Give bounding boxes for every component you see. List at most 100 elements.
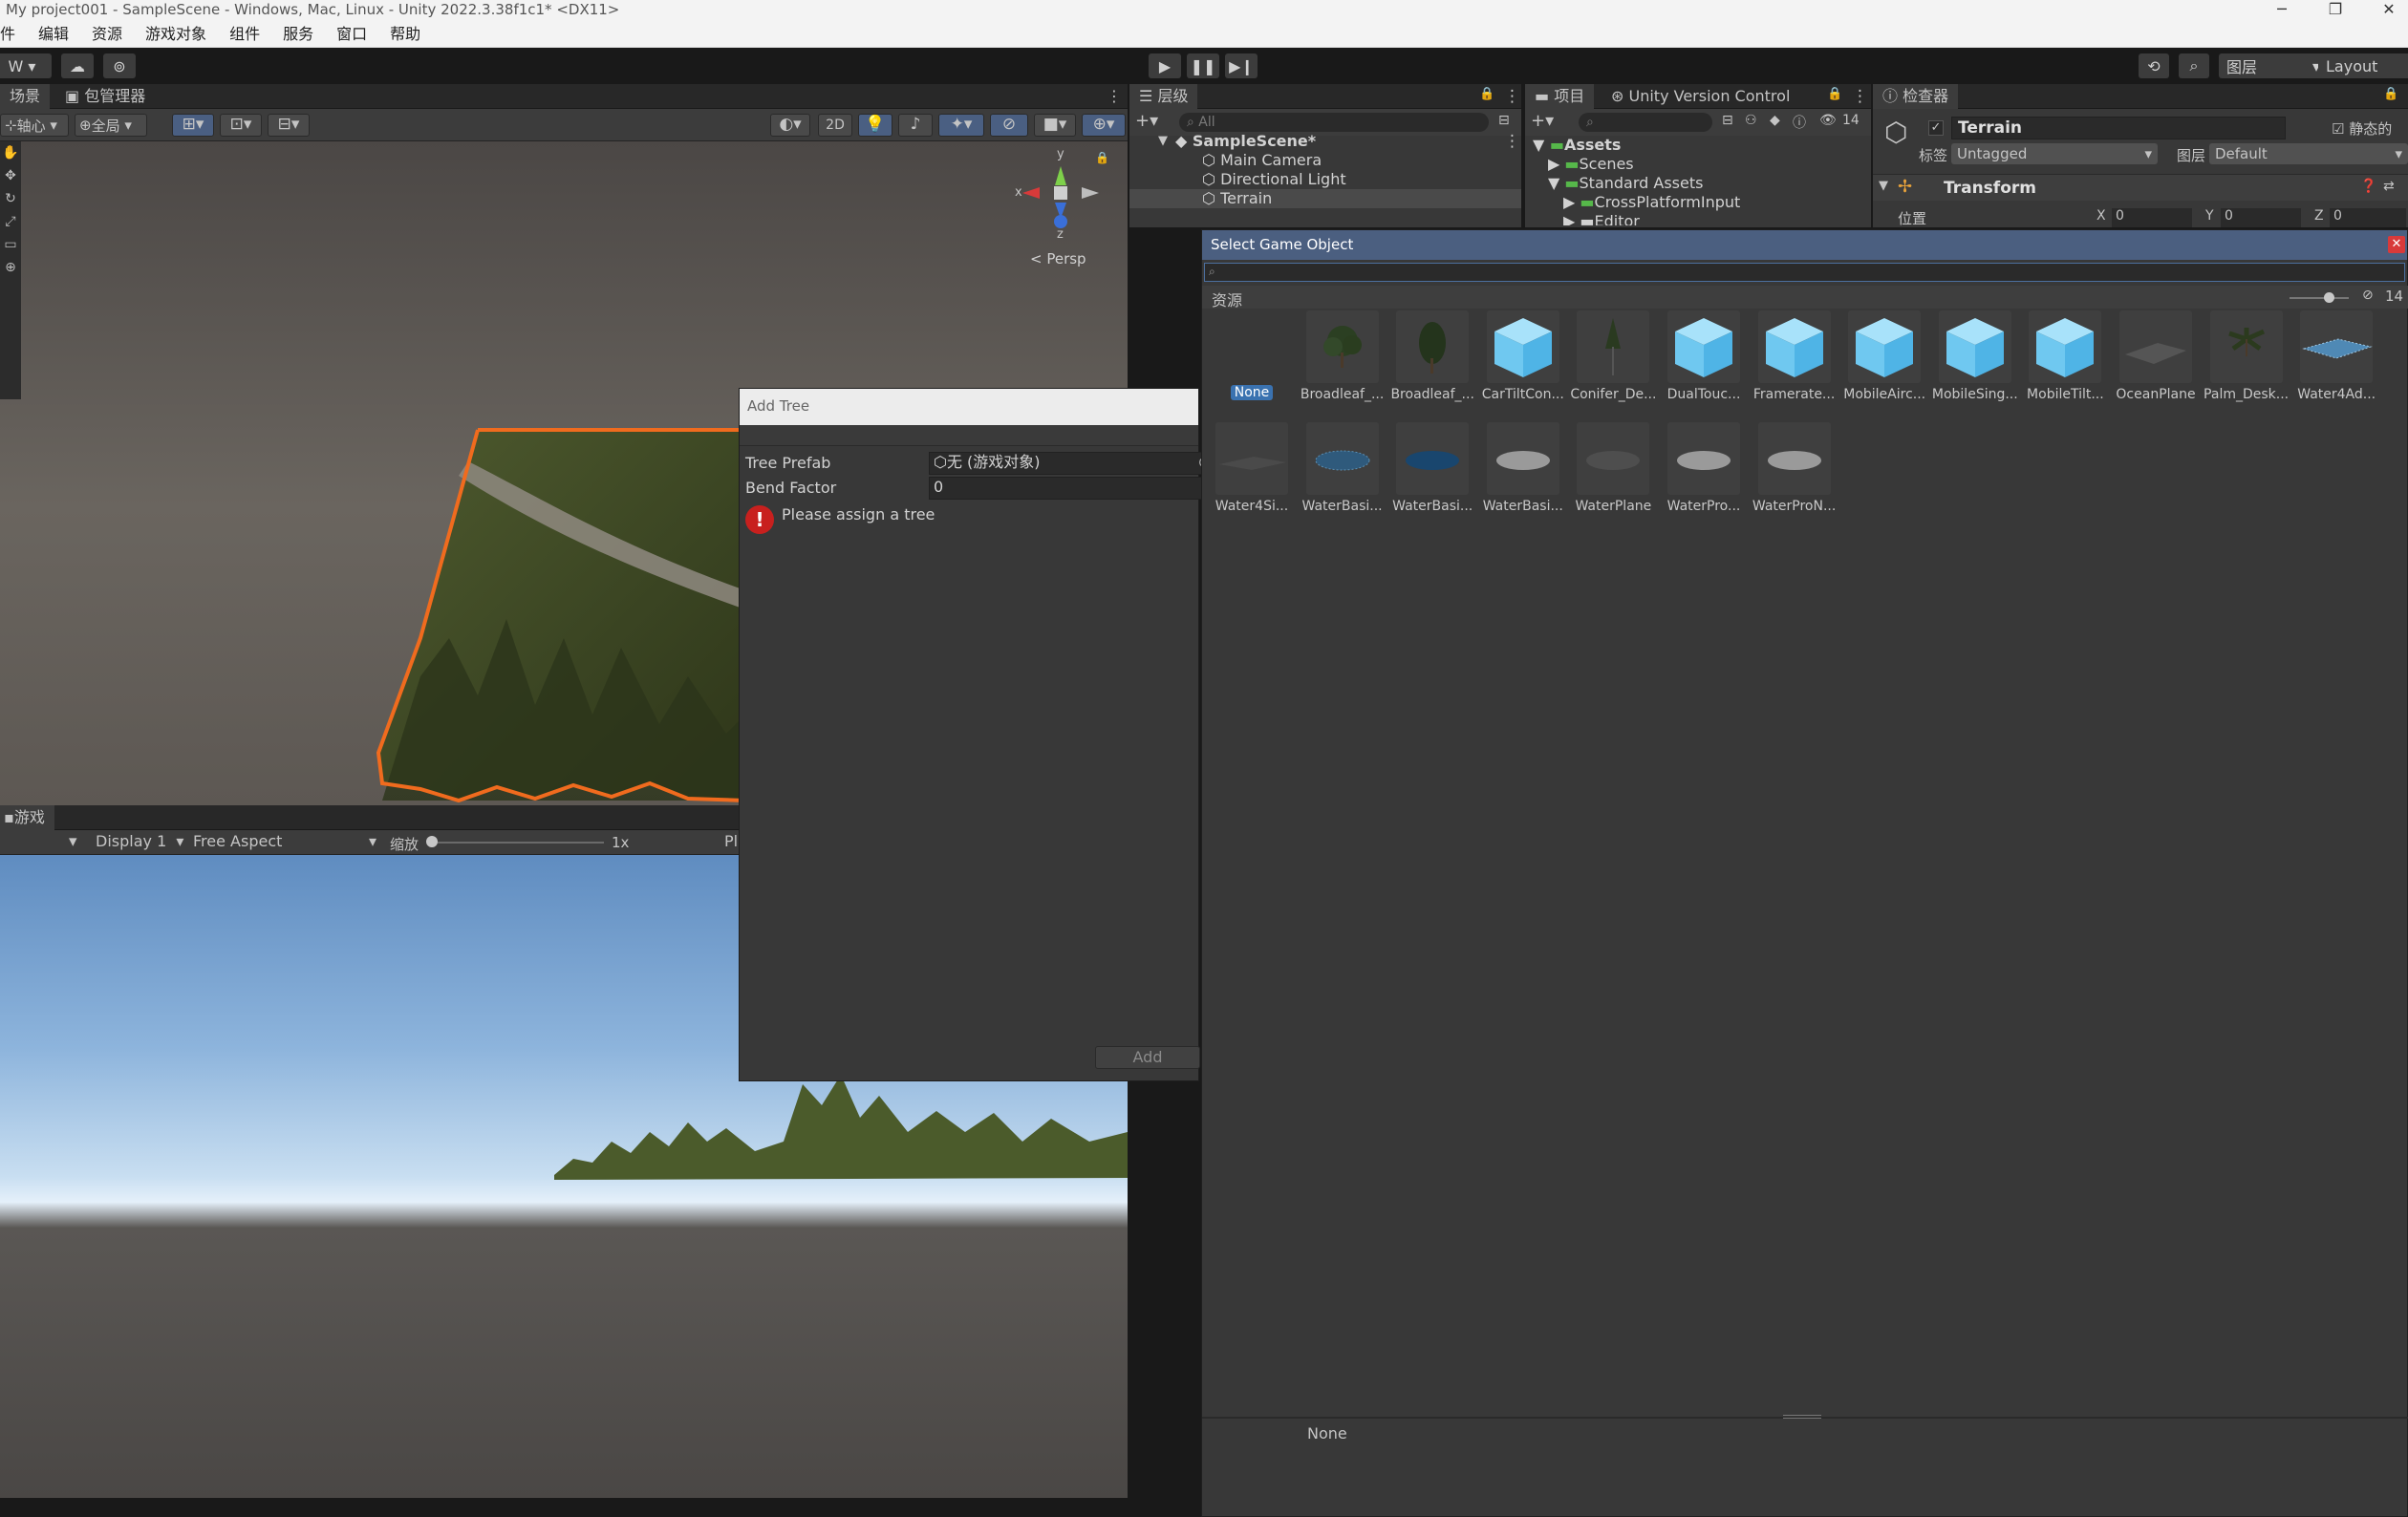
assets-tab[interactable]: 资源 [1212, 288, 1242, 310]
menu-item-0[interactable]: 件 [0, 21, 15, 48]
scale-tool-icon[interactable]: ⤢ [0, 210, 21, 233]
persp-label[interactable]: < Persp [1030, 250, 1086, 267]
asset-item[interactable]: Broadleaf_... [1388, 309, 1476, 418]
step-button[interactable]: ▶❙ [1225, 53, 1258, 78]
tree-crossplatforminput[interactable]: ▶ ▬CrossPlatformInput [1563, 193, 1740, 212]
grid-visibility-button[interactable]: ⊡▾ [220, 114, 262, 137]
layers-dropdown[interactable]: 图层 ▾ [2219, 53, 2328, 78]
asset-item[interactable]: CarTiltCon... [1479, 309, 1567, 418]
hidden-icon[interactable]: ⊘ [2362, 288, 2374, 303]
audio-toggle-icon[interactable]: ♪ [898, 114, 933, 137]
thumbnail-slider-thumb[interactable] [2324, 292, 2334, 303]
orientation-gizmo[interactable]: y x z 🔒 [1003, 147, 1109, 243]
asset-item[interactable]: Water4Si... [1208, 420, 1296, 530]
asset-item[interactable]: Broadleaf_... [1299, 309, 1387, 418]
asset-item[interactable]: MobileTilt... [2021, 309, 2109, 418]
tab-game[interactable]: ▪游戏 [0, 805, 54, 830]
expand-arrow-icon[interactable]: ▼ [1158, 134, 1168, 148]
asset-item[interactable]: WaterBasi... [1388, 420, 1476, 530]
layer-dropdown[interactable]: Default ▾ [2209, 143, 2408, 164]
hidden-packages-icon[interactable]: 👁 [1819, 113, 1837, 128]
asset-item[interactable]: DualTouc... [1660, 309, 1748, 418]
asset-item[interactable]: Conifer_De... [1569, 309, 1657, 418]
pos-x-field[interactable]: 0 [2112, 208, 2192, 227]
tree-assets[interactable]: ▼ ▬Assets [1533, 136, 1621, 155]
account-dropdown[interactable]: W ▾ [0, 53, 52, 78]
search-by-label-icon[interactable]: ⚇ [1745, 113, 1757, 128]
camera-dropdown[interactable]: ■▾ [1034, 114, 1076, 137]
lock-icon[interactable]: 🔒 [1095, 151, 1109, 164]
hierarchy-search[interactable]: ⌕ All [1179, 113, 1489, 132]
tree-prefab-field[interactable]: ⬡无 (游戏对象) ⊙ [929, 452, 1212, 475]
scene-root[interactable]: ◆ SampleScene* [1175, 132, 1316, 151]
menu-item-4[interactable]: 组件 [229, 21, 260, 48]
collab-icon[interactable]: ⊚ [103, 53, 136, 78]
play-button[interactable]: ▶ [1149, 53, 1181, 78]
project-search[interactable]: ⌕ [1579, 113, 1712, 132]
help-icon[interactable]: ❓ [2360, 179, 2376, 194]
menu-item-7[interactable]: 帮助 [390, 21, 420, 48]
maximize-button[interactable]: ❐ [2316, 0, 2354, 21]
search-by-type-icon[interactable]: ⊟ [1722, 113, 1733, 128]
lock-icon[interactable]: 🔒 [1827, 87, 1842, 101]
asset-item[interactable]: MobileAirc... [1840, 309, 1928, 418]
hierarchy-item-main-camera[interactable]: ⬡ Main Camera [1202, 151, 1322, 170]
active-checkbox[interactable]: ✓ [1928, 120, 1944, 136]
asset-item[interactable]: Framerate... [1751, 309, 1838, 418]
add-button[interactable]: Add [1095, 1046, 1200, 1069]
cloud-icon[interactable]: ☁ [61, 53, 94, 78]
asset-item[interactable]: Water4Ad... [2292, 309, 2380, 418]
transform-header[interactable]: ▼ ✢ Transform ❓ ⇄ [1873, 174, 2408, 201]
close-dialog-button[interactable]: ✕ [2388, 236, 2405, 253]
rotate-tool-icon[interactable]: ↻ [0, 187, 21, 210]
add-icon[interactable]: +▾ [1531, 111, 1554, 131]
scene-menu-icon[interactable]: ⋮ [1504, 132, 1520, 151]
tab-project[interactable]: ▬ 项目 [1525, 84, 1595, 109]
move-tool-icon[interactable]: ✥ [0, 164, 21, 187]
tab-version-control[interactable]: ⊛ Unity Version Control [1602, 84, 1799, 109]
panel-menu-icon[interactable]: ⋮ [1504, 87, 1520, 106]
asset-item[interactable]: None [1208, 309, 1296, 418]
game-mode-dropdown[interactable]: ▾ [69, 832, 77, 851]
hierarchy-item-terrain[interactable]: ⬡ Terrain [1129, 189, 1521, 208]
scale-slider[interactable] [426, 836, 604, 847]
asset-item[interactable]: WaterPlane [1569, 420, 1657, 530]
effects-dropdown[interactable]: ✦▾ [938, 114, 984, 137]
object-name-field[interactable]: Terrain [1951, 117, 2286, 139]
lighting-toggle-icon[interactable]: 💡 [858, 114, 892, 137]
tree-scenes[interactable]: ▶ ▬Scenes [1548, 155, 1634, 174]
menu-item-2[interactable]: 资源 [92, 21, 122, 48]
2d-toggle[interactable]: 2D [818, 114, 852, 137]
scale-slider-thumb[interactable] [426, 836, 438, 847]
tab-package-manager[interactable]: ▣ 包管理器 [55, 84, 155, 109]
menu-item-5[interactable]: 服务 [283, 21, 313, 48]
panel-menu-icon[interactable]: ⋮ [1107, 87, 1122, 105]
grid-snap-button[interactable]: ⊞▾ [172, 114, 214, 137]
asset-item[interactable]: OceanPlane [2112, 309, 2200, 418]
search-icon[interactable]: ⌕ [2179, 53, 2209, 78]
tab-scene[interactable]: 场景 [0, 84, 51, 109]
hierarchy-item-directional-light[interactable]: ⬡ Directional Light [1202, 170, 1346, 189]
tab-inspector[interactable]: ⓘ 检查器 [1873, 84, 1959, 109]
pos-z-field[interactable]: 0 [2330, 208, 2406, 227]
transform-tool-icon[interactable]: ⊕ [0, 256, 21, 279]
static-toggle[interactable]: ☑ 静态的 [2332, 118, 2392, 139]
hidden-objects-icon[interactable]: ⊘ [990, 114, 1028, 137]
collapse-arrow-icon[interactable]: ▼ [1879, 179, 1888, 193]
draw-mode-dropdown[interactable]: ◐▾ [770, 114, 810, 137]
menu-item-6[interactable]: 窗口 [336, 21, 367, 48]
resize-handle-icon[interactable] [1783, 1415, 1821, 1419]
layout-dropdown[interactable]: Layout▾ [2318, 53, 2408, 78]
asset-item[interactable]: WaterPro... [1660, 420, 1748, 530]
global-dropdown[interactable]: ⊕ 全局 ▾ [75, 114, 147, 137]
tab-hierarchy[interactable]: ☰ 层级 [1129, 84, 1198, 109]
asset-item[interactable]: WaterBasi... [1299, 420, 1387, 530]
panel-menu-icon[interactable]: ⋮ [1852, 87, 1868, 106]
play-focus-label[interactable]: Pl [724, 832, 738, 850]
hand-tool-icon[interactable]: ✋ [0, 141, 21, 164]
pivot-dropdown[interactable]: ⊹ 轴心 ▾ [0, 114, 69, 137]
lock-icon[interactable]: 🔒 [2383, 87, 2398, 101]
select-go-search[interactable]: ⌕ [1204, 263, 2405, 282]
display-dropdown[interactable]: Display 1 ▾ [96, 832, 183, 850]
history-icon[interactable]: ⟲ [2139, 53, 2169, 78]
